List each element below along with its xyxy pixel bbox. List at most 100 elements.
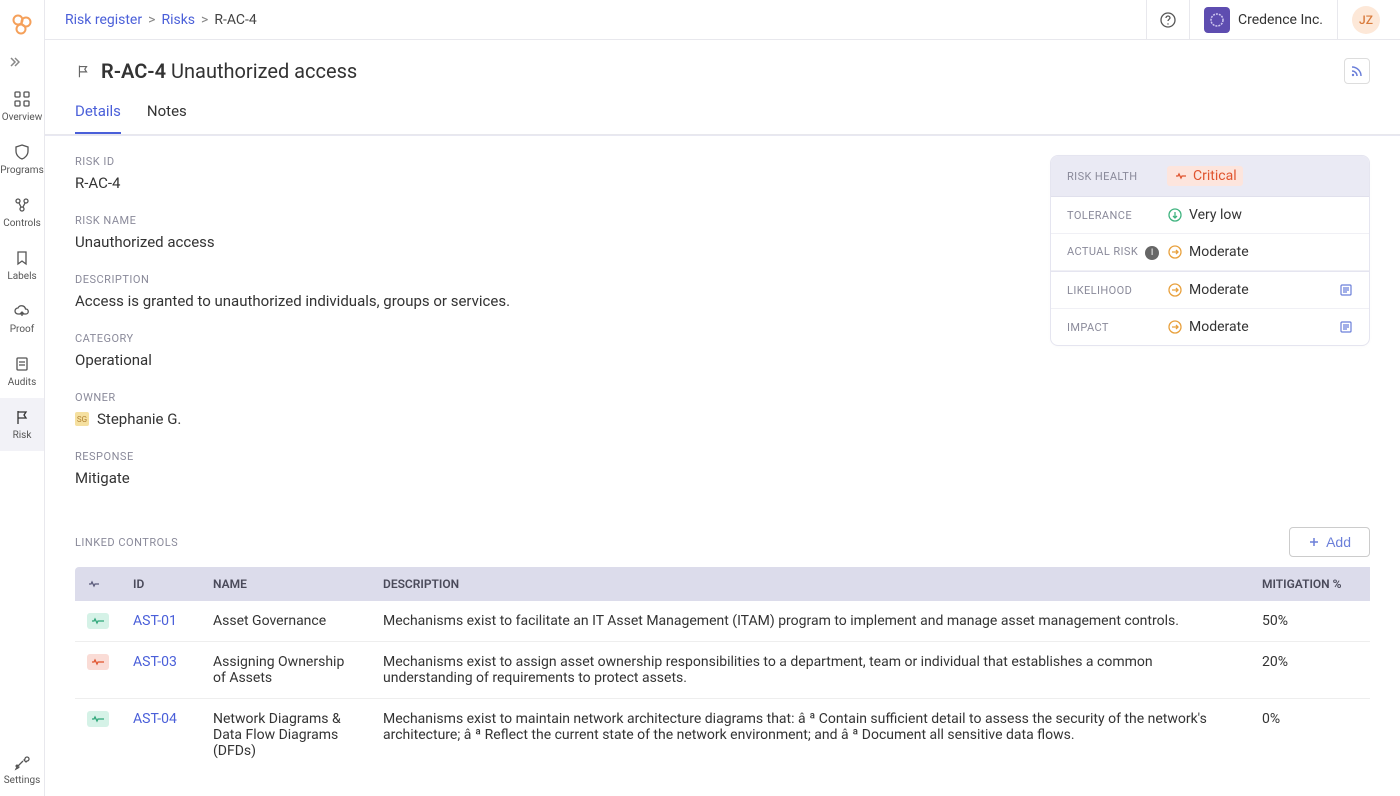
bookmark-icon <box>13 249 31 267</box>
tab-details[interactable]: Details <box>75 102 121 134</box>
sidebar-expand-toggle[interactable] <box>0 52 44 80</box>
breadcrumb-risk-register[interactable]: Risk register <box>65 12 142 28</box>
arrow-right-circle-icon <box>1167 282 1183 298</box>
field-label-category: CATEGORY <box>75 332 1030 345</box>
sidebar-item-settings[interactable]: Settings <box>0 743 44 796</box>
page-title-name: Unauthorized access <box>171 59 357 83</box>
sidebar-item-programs[interactable]: Programs <box>0 133 44 186</box>
rss-icon <box>1350 64 1364 78</box>
sidebar-item-controls[interactable]: Controls <box>0 186 44 239</box>
sidebar-item-overview[interactable]: Overview <box>0 80 44 133</box>
breadcrumb-current: R-AC-4 <box>214 12 256 28</box>
sidebar-item-risk[interactable]: Risk <box>0 398 44 451</box>
sidebar-item-label: Labels <box>7 271 36 282</box>
org-logo <box>1204 7 1230 33</box>
field-label-response: RESPONSE <box>75 450 1030 463</box>
feed-button[interactable] <box>1344 58 1370 84</box>
tab-notes[interactable]: Notes <box>147 102 187 134</box>
health-label-actual-risk: ACTUAL RISK i <box>1067 245 1167 260</box>
column-description[interactable]: DESCRIPTION <box>371 567 1250 601</box>
column-name[interactable]: NAME <box>201 567 371 601</box>
control-description: Mechanisms exist to assign asset ownersh… <box>371 642 1250 699</box>
tabs: Details Notes <box>75 102 1370 134</box>
tools-icon <box>13 753 31 771</box>
cloud-icon <box>13 302 31 320</box>
column-id[interactable]: ID <box>121 567 201 601</box>
column-mitigation[interactable]: MITIGATION % <box>1250 567 1370 601</box>
field-value-owner: Stephanie G. <box>97 410 181 428</box>
table-row[interactable]: AST-04 Network Diagrams & Data Flow Diagr… <box>75 699 1370 772</box>
help-icon <box>1159 11 1177 29</box>
control-id-link[interactable]: AST-04 <box>133 711 177 727</box>
field-value-description: Access is granted to unauthorized indivi… <box>75 292 1030 310</box>
controls-icon <box>13 196 31 214</box>
sidebar-item-label: Audits <box>8 377 37 388</box>
field-value-risk-name: Unauthorized access <box>75 233 1030 251</box>
sidebar-item-label: Controls <box>3 218 41 229</box>
control-health-icon <box>87 654 109 670</box>
shield-icon <box>13 143 31 161</box>
field-label-risk-name: RISK NAME <box>75 214 1030 227</box>
heartbeat-icon <box>1173 168 1189 184</box>
sidebar-item-proof[interactable]: Proof <box>0 292 44 345</box>
flag-icon <box>75 63 91 79</box>
help-button[interactable] <box>1147 11 1189 29</box>
control-id-link[interactable]: AST-01 <box>133 613 177 629</box>
plus-icon <box>1308 536 1320 548</box>
control-id-link[interactable]: AST-03 <box>133 654 177 670</box>
control-name: Network Diagrams & Data Flow Diagrams (D… <box>201 699 371 772</box>
health-label-tolerance: TOLERANCE <box>1067 209 1167 222</box>
page-title: R-AC-4 Unauthorized access <box>101 59 357 83</box>
sidebar-item-label: Overview <box>2 112 43 123</box>
add-linked-control-button[interactable]: Add <box>1289 527 1370 557</box>
field-value-risk-id: R-AC-4 <box>75 174 1030 192</box>
table-row[interactable]: AST-01 Asset GovernanceMechanisms exist t… <box>75 601 1370 642</box>
sidebar-item-label: Risk <box>13 430 32 441</box>
field-value-category: Operational <box>75 351 1030 369</box>
info-icon[interactable]: i <box>1145 246 1159 260</box>
edit-likelihood-button[interactable] <box>1339 283 1353 297</box>
page-title-code: R-AC-4 <box>101 59 166 83</box>
arrow-right-circle-icon <box>1167 244 1183 260</box>
linked-controls-title: LINKED CONTROLS <box>75 536 178 549</box>
control-name: Assigning Ownership of Assets <box>201 642 371 699</box>
health-label-risk-health: RISK HEALTH <box>1067 170 1167 183</box>
arrow-down-circle-icon <box>1167 207 1183 223</box>
control-mitigation: 0% <box>1250 699 1370 772</box>
sidebar-item-labels[interactable]: Labels <box>0 239 44 292</box>
user-avatar[interactable]: JZ <box>1352 6 1380 34</box>
sidebar-item-label: Settings <box>4 775 41 786</box>
field-label-owner: OWNER <box>75 391 1030 404</box>
control-health-icon <box>87 613 109 629</box>
edit-impact-button[interactable] <box>1339 320 1353 334</box>
breadcrumb-risks[interactable]: Risks <box>161 12 195 28</box>
risk-health-card: RISK HEALTH Critical TOLERANCE Very low <box>1050 155 1370 346</box>
health-label-impact: IMPACT <box>1067 321 1167 334</box>
document-icon <box>13 355 31 373</box>
grid-icon <box>13 90 31 108</box>
org-switcher[interactable]: Credence Inc. <box>1190 7 1337 33</box>
control-description: Mechanisms exist to facilitate an IT Ass… <box>371 601 1250 642</box>
arrow-right-circle-icon <box>1167 319 1183 335</box>
control-health-icon <box>87 711 109 727</box>
health-label-likelihood: LIKELIHOOD <box>1067 284 1167 297</box>
field-label-description: DESCRIPTION <box>75 273 1030 286</box>
breadcrumb-separator: > <box>201 12 208 28</box>
sidebar: Overview Programs Controls Labels Proof … <box>0 0 45 796</box>
flag-icon <box>13 408 31 426</box>
sidebar-item-audits[interactable]: Audits <box>0 345 44 398</box>
org-name: Credence Inc. <box>1238 12 1323 28</box>
column-health-icon <box>75 567 121 601</box>
sidebar-item-label: Programs <box>0 165 43 176</box>
field-value-response: Mitigate <box>75 469 1030 487</box>
breadcrumb-separator: > <box>148 12 155 28</box>
topbar: Risk register > Risks > R-AC-4 Credence … <box>45 0 1400 40</box>
health-value-actual-risk: Moderate <box>1189 244 1249 260</box>
health-value-tolerance: Very low <box>1189 207 1242 223</box>
table-row[interactable]: AST-03 Assigning Ownership of AssetsMecha… <box>75 642 1370 699</box>
health-value-impact: Moderate <box>1189 319 1249 335</box>
field-label-risk-id: RISK ID <box>75 155 1030 168</box>
control-mitigation: 20% <box>1250 642 1370 699</box>
owner-avatar: SG <box>75 412 89 426</box>
control-name: Asset Governance <box>201 601 371 642</box>
